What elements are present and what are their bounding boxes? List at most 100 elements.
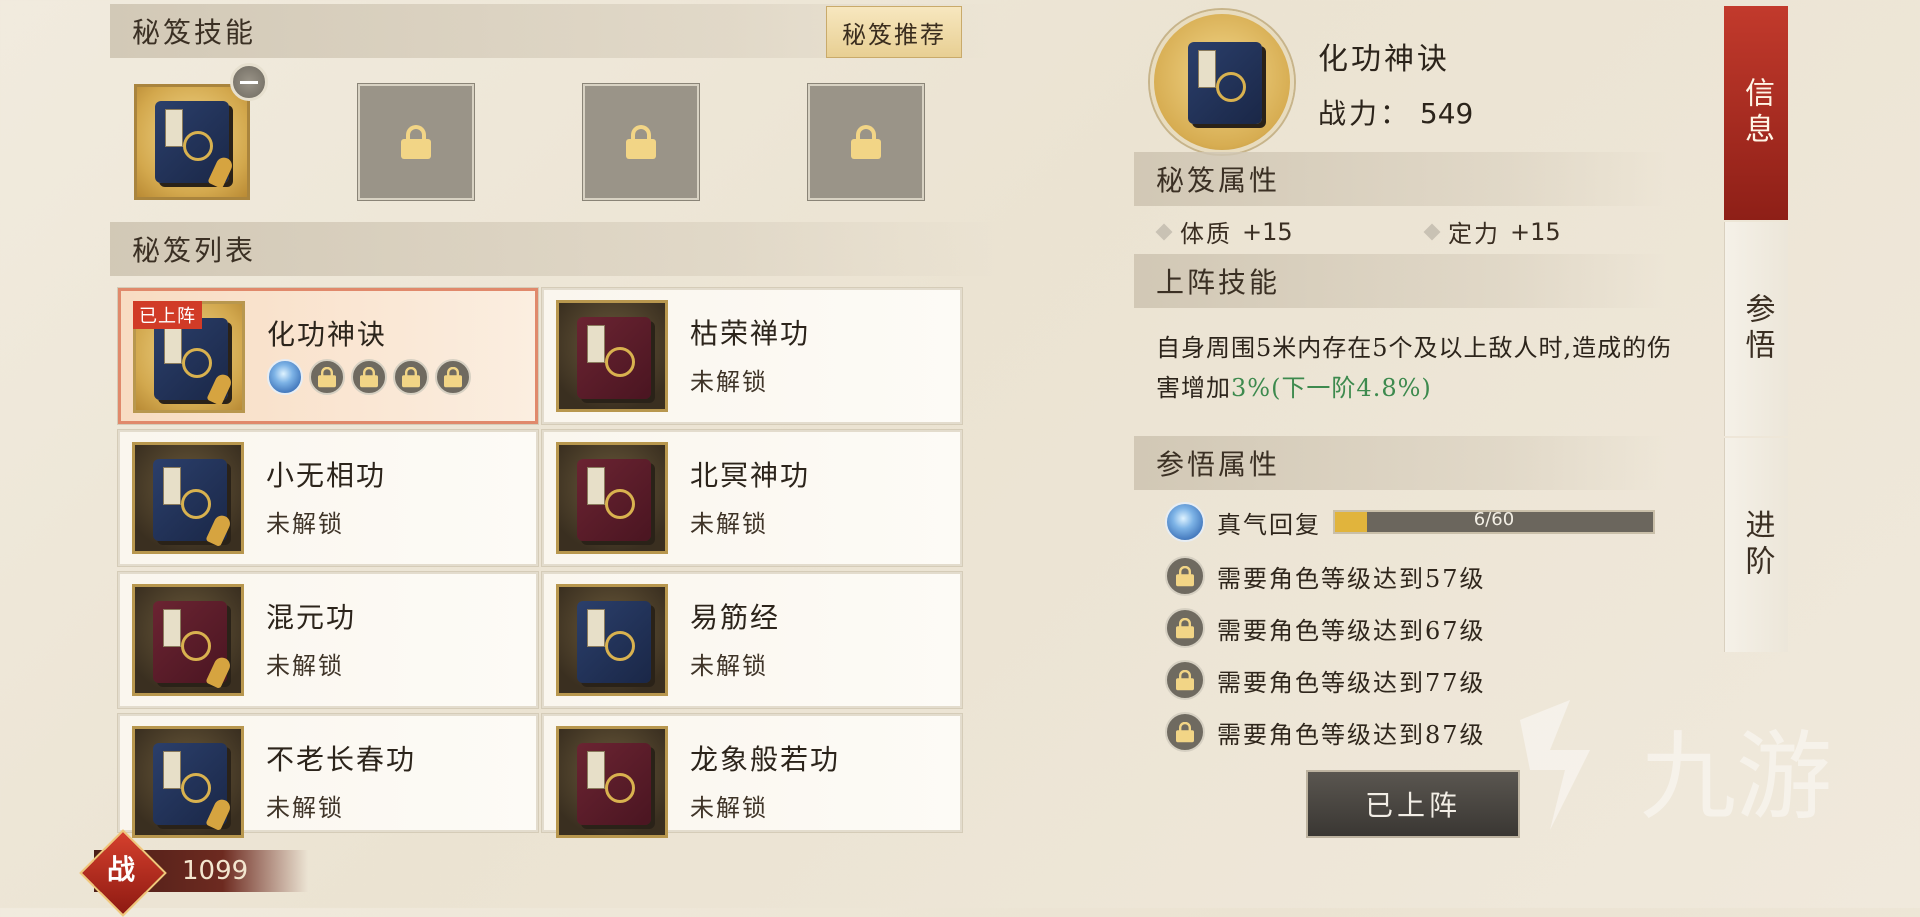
- skill-slot-3[interactable]: [582, 83, 700, 201]
- skill-description: 自身周围5米内存在5个及以上敌人时,造成的伤害增加3%(下一阶4.8%): [1156, 328, 1676, 408]
- selected-manual-icon: [1150, 10, 1294, 154]
- orb-icon[interactable]: [267, 359, 303, 395]
- requirement-row: 需要角色等级达到77级: [1165, 660, 1486, 700]
- attr-value: +15: [1242, 217, 1293, 246]
- comprehend-header-title: 参悟属性: [1156, 448, 1281, 481]
- manual-card[interactable]: 易筋经 未解锁: [541, 571, 963, 709]
- requirement-text: 需要角色等级达到77级: [1217, 668, 1486, 697]
- manual-name: 易筋经: [690, 601, 781, 634]
- attr-header: 秘笈属性: [1134, 152, 1666, 206]
- manual-thumb: [132, 726, 244, 838]
- battle-emblem-label: 战: [106, 853, 135, 886]
- requirement-row: 需要角色等级达到87级: [1165, 712, 1486, 752]
- detail-title: 化功神诀: [1318, 42, 1450, 77]
- unequip-button[interactable]: [230, 63, 268, 101]
- manual-name: 枯荣禅功: [690, 317, 811, 350]
- list-header: 秘笈列表: [110, 222, 1000, 276]
- book-icon: [577, 317, 651, 399]
- total-power-value: 1099: [182, 856, 249, 886]
- lock-icon: [626, 125, 656, 159]
- manual-card[interactable]: 已上阵 化功神诀: [117, 287, 539, 425]
- skill-desc-value: 3%(下一阶4.8%): [1231, 374, 1432, 402]
- manual-thumb: [556, 726, 668, 838]
- lock-icon[interactable]: [435, 359, 471, 395]
- recommend-button[interactable]: 秘笈推荐: [826, 6, 962, 58]
- manual-thumb: [556, 300, 668, 412]
- tab-advance[interactable]: 进阶: [1724, 438, 1788, 652]
- tab-comprehend[interactable]: 参悟: [1724, 222, 1788, 436]
- watermark-logo: 九游: [1520, 700, 1832, 833]
- skill-header: 上阵技能: [1134, 254, 1666, 308]
- deployed-badge: 已上阵: [133, 301, 202, 329]
- manual-name: 化功神诀: [267, 318, 388, 351]
- skill-header-title: 上阵技能: [1156, 266, 1281, 299]
- requirement-row: 需要角色等级达到67级: [1165, 608, 1486, 648]
- requirement-row: 需要角色等级达到57级: [1165, 556, 1486, 596]
- lock-icon: [1165, 608, 1205, 648]
- attr-header-title: 秘笈属性: [1156, 164, 1281, 197]
- attr-value: +15: [1510, 217, 1561, 246]
- lock-icon: [1165, 556, 1205, 596]
- requirement-text: 需要角色等级达到57级: [1217, 564, 1486, 593]
- lock-icon[interactable]: [351, 359, 387, 395]
- manual-status: 未解锁: [690, 368, 768, 396]
- attr-name: 体质: [1180, 220, 1232, 248]
- lock-icon[interactable]: [393, 359, 429, 395]
- comprehend-header: 参悟属性: [1134, 436, 1666, 490]
- manual-name: 不老长春功: [266, 743, 417, 776]
- orb-icon: [1165, 502, 1205, 542]
- manual-status: 未解锁: [690, 652, 768, 680]
- manual-thumb: [556, 442, 668, 554]
- skills-header-title: 秘笈技能: [132, 16, 257, 49]
- requirement-text: 需要角色等级达到67级: [1217, 616, 1486, 645]
- manual-name: 北冥神功: [690, 459, 811, 492]
- lock-icon: [1165, 712, 1205, 752]
- manual-card[interactable]: 北冥神功 未解锁: [541, 429, 963, 567]
- deploy-button[interactable]: 已上阵: [1306, 770, 1520, 838]
- lock-icon: [1165, 660, 1205, 700]
- qi-recovery-row: 真气回复 6/60: [1165, 502, 1655, 542]
- lock-icon: [401, 125, 431, 159]
- manual-thumb: [132, 442, 244, 554]
- book-icon: [577, 601, 651, 683]
- gem-row: [267, 359, 471, 395]
- attr-row: 体质 +15: [1155, 214, 1293, 249]
- watermark-text: 九游: [1640, 721, 1832, 833]
- skill-slot-2[interactable]: [357, 83, 475, 201]
- manual-name: 小无相功: [266, 459, 387, 492]
- requirement-text: 需要角色等级达到87级: [1217, 720, 1486, 749]
- manual-card[interactable]: 小无相功 未解锁: [117, 429, 539, 567]
- skill-slot-4[interactable]: [807, 83, 925, 201]
- book-icon: [577, 459, 651, 541]
- manual-card[interactable]: 枯荣禅功 未解锁: [541, 287, 963, 425]
- manual-status: 未解锁: [266, 510, 344, 538]
- diamond-icon: [1155, 223, 1173, 240]
- progress-bar: 6/60: [1333, 509, 1655, 534]
- manual-card[interactable]: 混元功 未解锁: [117, 571, 539, 709]
- attr-row: 定力 +15: [1423, 214, 1561, 249]
- list-header-title: 秘笈列表: [132, 234, 257, 267]
- power-label: 战力：: [1318, 97, 1412, 130]
- manual-thumb: [556, 584, 668, 696]
- manual-name: 龙象般若功: [690, 743, 841, 776]
- progress-label: 真气回复: [1217, 510, 1321, 539]
- manual-status: 未解锁: [266, 652, 344, 680]
- manual-card[interactable]: 不老长春功 未解锁: [117, 713, 539, 838]
- tab-info[interactable]: 信息: [1724, 6, 1788, 220]
- manual-status: 未解锁: [690, 510, 768, 538]
- attr-name: 定力: [1448, 220, 1500, 248]
- manual-status: 未解锁: [266, 794, 344, 822]
- detail-power: 战力： 549: [1318, 92, 1473, 132]
- book-icon: [577, 743, 651, 825]
- progress-text: 6/60: [1473, 509, 1515, 530]
- diamond-icon: [1423, 223, 1441, 240]
- skill-slot-1[interactable]: [134, 84, 250, 200]
- manual-status: 未解锁: [690, 794, 768, 822]
- manual-thumb: [132, 584, 244, 696]
- lock-icon[interactable]: [309, 359, 345, 395]
- power-value: 549: [1419, 97, 1474, 130]
- lock-icon: [851, 125, 881, 159]
- manual-card[interactable]: 龙象般若功 未解锁: [541, 713, 963, 838]
- book-icon: [1188, 42, 1262, 124]
- manual-name: 混元功: [266, 601, 357, 634]
